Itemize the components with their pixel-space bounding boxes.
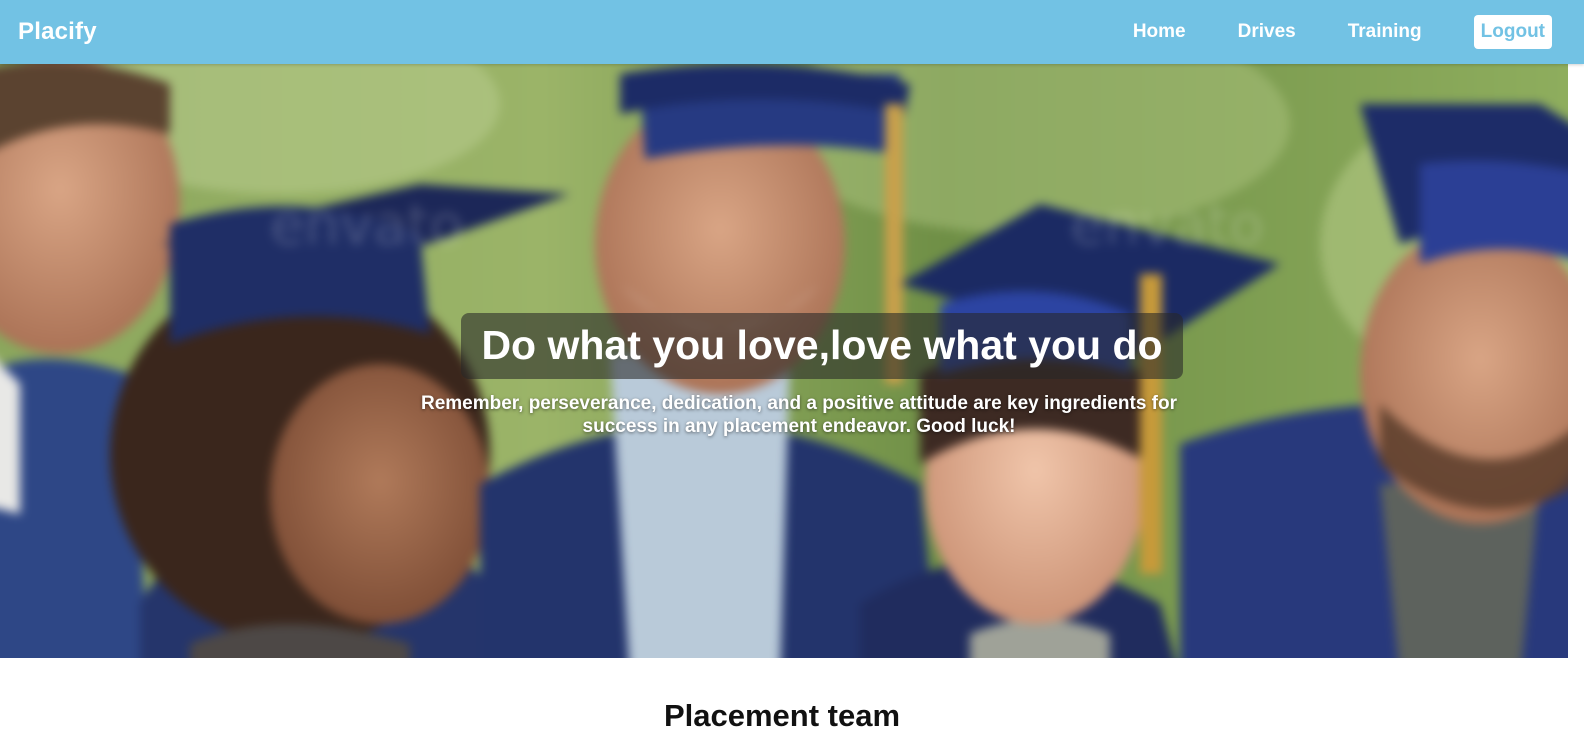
nav-link-training[interactable]: Training [1348,21,1422,43]
page-scroll-area [1568,64,1584,722]
hero-caption: Do what you love,love what you do Rememb… [0,313,1568,438]
hero-title-box: Do what you love,love what you do [461,313,1183,379]
nav-link-drives[interactable]: Drives [1238,21,1296,43]
svg-text:envato: envato [270,193,464,258]
nav-link-home[interactable]: Home [1133,21,1186,43]
nav-links: Home Drives Training Logout [1133,0,1552,64]
svg-text:envato: envato [1070,193,1264,258]
logout-button[interactable]: Logout [1473,15,1552,49]
hero-subtitle: Remember, perseverance, dedication, and … [420,393,1178,437]
hero-title: Do what you love,love what you do [481,322,1163,368]
brand-logo[interactable]: Placify [18,18,97,46]
top-navbar: Placify Home Drives Training Logout [0,0,1584,64]
hero-banner: envato envato Do what you love,love what… [0,64,1568,658]
placement-team-heading: Placement team [663,698,901,733]
